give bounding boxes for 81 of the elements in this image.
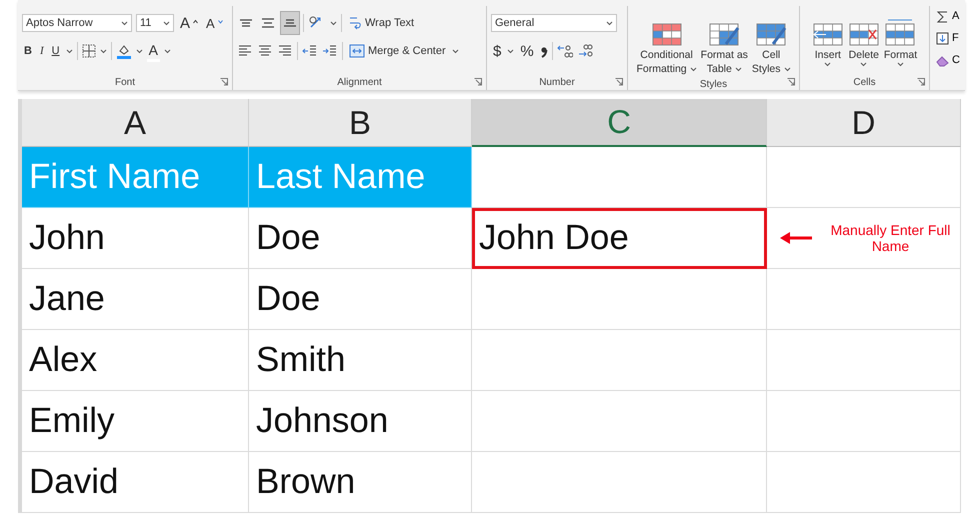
table-cell: Johnson — [249, 391, 472, 452]
middle-align-icon — [261, 18, 275, 28]
column-header[interactable]: B — [249, 99, 472, 147]
caret-icon[interactable] — [896, 62, 904, 67]
column-header[interactable]: A — [22, 99, 249, 147]
dialog-launcher-icon[interactable] — [917, 78, 925, 86]
column-header[interactable]: D — [767, 99, 961, 147]
bottom-align-button[interactable] — [281, 12, 299, 34]
table-cell: John — [22, 208, 249, 269]
table-cell: Alex — [22, 330, 249, 391]
editing-button[interactable]: C — [936, 50, 965, 70]
table-cell: John Doe — [472, 208, 767, 269]
table-cell: First Name — [22, 147, 249, 208]
font-color-button[interactable]: A — [146, 40, 160, 62]
format-cells-icon — [884, 18, 916, 48]
currency-button[interactable]: $ — [491, 40, 504, 62]
caret-icon[interactable] — [121, 20, 128, 26]
table-cell: Doe — [249, 269, 472, 330]
caret-icon[interactable] — [330, 20, 337, 26]
editing-button[interactable]: F — [936, 28, 965, 48]
cell-styles-button[interactable]: Cell Styles — [750, 16, 792, 78]
group-label: Styles — [700, 78, 728, 90]
caret-icon[interactable] — [690, 66, 697, 72]
group-label: Cells — [853, 76, 876, 88]
caret-icon[interactable] — [452, 48, 459, 54]
grow-font-button[interactable]: A — [178, 12, 200, 34]
percent-button[interactable]: % — [518, 40, 536, 62]
format-button[interactable]: Format — [882, 16, 918, 74]
table-cell: Doe — [249, 208, 472, 269]
caret-icon[interactable] — [606, 20, 613, 26]
font-name-field[interactable]: Aptos Narrow — [22, 14, 132, 32]
caret-icon[interactable] — [100, 48, 107, 54]
group-label: Number — [539, 76, 575, 88]
dialog-launcher-icon[interactable] — [615, 78, 623, 86]
increase-decimal-icon[interactable] — [556, 43, 573, 59]
arrow-left-icon — [779, 231, 813, 245]
eraser-icon — [936, 54, 949, 66]
column-header[interactable]: C — [472, 99, 767, 147]
editing-button[interactable]: A — [936, 6, 965, 26]
fill-down-icon — [936, 32, 949, 44]
underline-button[interactable]: U — [50, 40, 62, 62]
caret-icon[interactable] — [163, 20, 170, 26]
caret-icon[interactable] — [164, 48, 171, 54]
caret-icon[interactable] — [860, 62, 868, 67]
dialog-launcher-icon[interactable] — [787, 78, 795, 86]
shrink-font-button[interactable]: A — [204, 12, 225, 34]
table-cell: Emily — [22, 391, 249, 452]
borders-icon[interactable] — [82, 44, 96, 58]
group-label: Alignment — [337, 76, 382, 88]
dialog-launcher-icon[interactable] — [220, 78, 228, 86]
table-cell: Brown — [249, 452, 472, 513]
number-format-field[interactable]: General — [491, 14, 617, 32]
caret-icon[interactable] — [507, 48, 514, 54]
sum-icon — [936, 10, 949, 22]
caret-icon[interactable] — [784, 66, 791, 72]
dialog-launcher-icon[interactable] — [474, 78, 482, 86]
format-table-button[interactable]: Format as Table — [700, 16, 749, 78]
caret-icon[interactable] — [66, 48, 73, 54]
conditional-formatting-button[interactable]: Conditional Formatting — [635, 16, 698, 78]
table-cell: Jane — [22, 269, 249, 330]
merge-cells-icon — [349, 44, 365, 58]
table-cell: David — [22, 452, 249, 513]
caret-icon[interactable] — [824, 62, 832, 67]
annotation-text: Manually Enter Full Name — [830, 222, 952, 254]
caret-icon[interactable] — [734, 66, 742, 72]
group-label: Font — [114, 76, 135, 88]
table-cell: Smith — [249, 330, 472, 391]
decrease-decimal-icon[interactable] — [576, 43, 593, 59]
wrap-text-button[interactable]: Wrap Text — [346, 12, 416, 34]
top-align-icon — [239, 19, 253, 27]
fill-color-icon[interactable] — [116, 43, 132, 59]
insert-button[interactable]: Insert — [810, 16, 845, 74]
bottom-align-icon — [283, 19, 297, 27]
merge-center-button[interactable]: Merge & Center — [347, 40, 448, 62]
italic-button[interactable]: I — [38, 40, 46, 62]
table-cell: Last Name — [249, 147, 472, 208]
wrap-text-icon — [348, 15, 362, 31]
bold-button[interactable]: B — [22, 40, 34, 62]
font-size-field[interactable]: 11 — [136, 14, 174, 32]
delete-button[interactable]: Delete — [846, 16, 881, 74]
caret-icon[interactable] — [136, 48, 143, 54]
